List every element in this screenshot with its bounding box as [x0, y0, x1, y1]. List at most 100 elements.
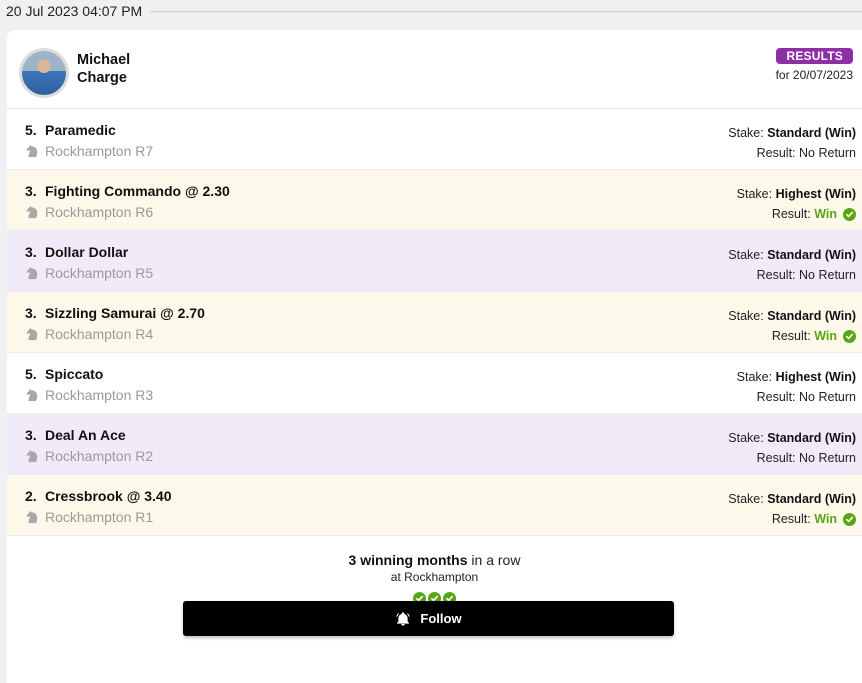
result-label: Result: [771, 207, 811, 221]
date-header: 20 Jul 2023 04:07 PM [0, 0, 862, 22]
stake-value: Standard (Win) [767, 431, 856, 445]
tip-position: 3. [25, 244, 37, 260]
stake-label: Stake: [728, 492, 764, 506]
tip-selection[interactable]: 5. Spiccato [25, 366, 103, 382]
result-label: Result: [771, 329, 811, 343]
tip-selection[interactable]: 2. Cressbrook @ 3.40 [25, 488, 172, 504]
selection-name: Dollar Dollar [45, 244, 129, 260]
tipster-name[interactable]: Michael Charge [77, 51, 130, 87]
tips-list: 5. Paramedic Rockhampton R7 Stake: Standard… [7, 109, 862, 536]
tipster-first-name: Michael [77, 52, 131, 68]
result-value: Win [814, 512, 837, 526]
race-name: Rockhampton R2 [45, 448, 154, 464]
tip-position: 5. [25, 122, 37, 138]
tip-race: Rockhampton R2 [25, 448, 153, 464]
selection-name: Spiccato [45, 366, 104, 382]
selection-name: Cressbrook @ 3.40 [45, 488, 172, 504]
race-name: Rockhampton R5 [45, 265, 154, 281]
tip-result: Result: No Return [757, 146, 856, 160]
result-label: Result: [771, 512, 811, 526]
tip-selection[interactable]: 3. Deal An Ace [25, 427, 126, 443]
horse-icon [26, 144, 38, 158]
horse-icon [26, 510, 38, 524]
tip-selection[interactable]: 3. Sizzling Samurai @ 2.70 [25, 305, 205, 321]
selection-name: Deal An Ace [45, 427, 126, 443]
result-label: Result: [756, 268, 796, 282]
results-date: for 20/07/2023 [775, 68, 853, 82]
tip-position: 3. [25, 427, 37, 443]
tip-race: Rockhampton R5 [25, 265, 153, 281]
result-value: Win [814, 329, 837, 343]
tip-race: Rockhampton R4 [25, 326, 153, 342]
stake-label: Stake: [736, 370, 773, 384]
bell-icon [396, 611, 411, 626]
tip-race: Rockhampton R6 [25, 204, 153, 220]
tip-stake: Stake: Standard (Win) [728, 248, 856, 262]
stake-value: Standard (Win) [767, 126, 856, 140]
stake-value: Highest (Win) [775, 370, 856, 384]
horse-icon [26, 449, 38, 463]
tip-result: Result: Win [772, 207, 856, 221]
race-name: Rockhampton R7 [45, 143, 154, 159]
tip-race: Rockhampton R1 [25, 509, 153, 525]
race-name: Rockhampton R1 [45, 509, 154, 525]
tip-row[interactable]: 3. Sizzling Samurai @ 2.70 Rockhampton R4 S… [7, 292, 862, 353]
selection-name: Paramedic [45, 122, 116, 138]
streak-section: 3 winning months in a row at Rockhampton [7, 536, 862, 605]
tip-stake: Stake: Standard (Win) [728, 431, 856, 445]
divider [150, 10, 862, 12]
tip-race: Rockhampton R7 [25, 143, 153, 159]
result-value: Win [814, 207, 837, 221]
selection-name: Fighting Commando @ 2.30 [45, 183, 230, 199]
tip-row[interactable]: 3. Deal An Ace Rockhampton R2 Stake: Standa… [7, 414, 862, 475]
timestamp: 20 Jul 2023 04:07 PM [6, 3, 143, 19]
stake-value: Standard (Win) [767, 492, 856, 506]
stake-label: Stake: [728, 431, 764, 445]
tip-stake: Stake: Standard (Win) [728, 309, 856, 323]
race-name: Rockhampton R6 [45, 204, 154, 220]
follow-button[interactable]: Follow [183, 601, 674, 636]
result-label: Result: [756, 390, 796, 404]
avatar[interactable] [19, 48, 69, 98]
race-name: Rockhampton R3 [45, 387, 154, 403]
tip-position: 2. [25, 488, 37, 504]
tip-result: Result: Win [772, 512, 856, 526]
tip-result: Result: Win [772, 329, 856, 343]
tip-row[interactable]: 5. Paramedic Rockhampton R7 Stake: Standard… [7, 109, 862, 170]
tip-selection[interactable]: 3. Fighting Commando @ 2.30 [25, 183, 230, 199]
results-card: Michael Charge RESULTS for 20/07/2023 5.… [7, 30, 862, 683]
tip-result: Result: No Return [757, 268, 856, 282]
tip-stake: Stake: Highest (Win) [737, 370, 856, 384]
tip-row[interactable]: 3. Dollar Dollar Rockhampton R5 Stake: Stan… [7, 231, 862, 292]
follow-label: Follow [420, 611, 462, 626]
tip-row[interactable]: 3. Fighting Commando @ 2.30 Rockhampton R6… [7, 170, 862, 231]
stake-value: Standard (Win) [767, 248, 856, 262]
streak-text: 3 winning months in a row [7, 552, 862, 568]
result-value: No Return [799, 451, 856, 465]
tip-position: 5. [25, 366, 37, 382]
tip-selection[interactable]: 3. Dollar Dollar [25, 244, 128, 260]
result-value: No Return [799, 146, 856, 160]
tip-position: 3. [25, 305, 37, 321]
horse-icon [26, 266, 38, 280]
tip-position: 3. [25, 183, 37, 199]
streak-rest: in a row [467, 552, 521, 568]
streak-location: at Rockhampton [390, 570, 479, 584]
result-value: No Return [799, 390, 856, 404]
horse-icon [26, 327, 38, 341]
horse-icon [26, 388, 38, 402]
result-label: Result: [756, 146, 796, 160]
card-header: Michael Charge RESULTS for 20/07/2023 [7, 30, 862, 109]
stake-value: Standard (Win) [767, 309, 856, 323]
stake-label: Stake: [728, 309, 764, 323]
tip-result: Result: No Return [757, 451, 856, 465]
streak-bold: 3 winning months [348, 552, 468, 568]
race-name: Rockhampton R4 [45, 326, 154, 342]
check-icon [843, 512, 856, 526]
tip-result: Result: No Return [757, 390, 856, 404]
tip-stake: Stake: Standard (Win) [728, 492, 856, 506]
stake-label: Stake: [728, 126, 764, 140]
tip-selection[interactable]: 5. Paramedic [25, 122, 116, 138]
tip-row[interactable]: 5. Spiccato Rockhampton R3 Stake: Highest (… [7, 353, 862, 414]
tip-row[interactable]: 2. Cressbrook @ 3.40 Rockhampton R1 Stake: … [7, 475, 862, 536]
